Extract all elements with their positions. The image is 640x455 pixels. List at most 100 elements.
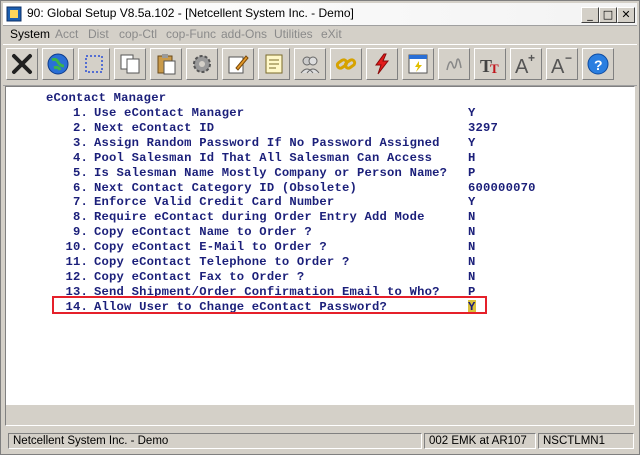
setting-label: Require eContact during Order Entry Add … <box>94 210 425 225</box>
setting-row[interactable]: 10. Copy eContact E-Mail to Order ? N <box>6 240 626 255</box>
users-button[interactable] <box>294 48 326 80</box>
maximize-button[interactable]: □ <box>599 7 617 23</box>
signature-button[interactable] <box>438 48 470 80</box>
setting-label: Assign Random Password If No Password As… <box>94 135 440 150</box>
setting-number: 10. <box>65 240 88 255</box>
setting-row[interactable]: 8. Require eContact during Order Entry Ad… <box>6 210 626 225</box>
globe-icon <box>47 53 69 75</box>
copy-icon <box>120 54 140 74</box>
svg-text:?: ? <box>594 57 603 73</box>
setting-value[interactable]: N <box>468 240 476 254</box>
setting-label: Is Salesman Name Mostly Company or Perso… <box>94 165 448 180</box>
title-bar[interactable]: 90: Global Setup V8.5a.102 - [Netcellent… <box>3 3 637 26</box>
setting-label: Next Contact Category ID (Obsolete) <box>94 180 357 195</box>
paste-button[interactable] <box>150 48 182 80</box>
setting-value[interactable]: Y <box>468 136 476 150</box>
menu-cop-func[interactable]: cop-Func <box>166 27 216 41</box>
setting-row[interactable]: 12. Copy eContact Fax to Order ? N <box>6 270 626 285</box>
setting-value[interactable]: Y <box>468 106 476 120</box>
form-heading: eContact Manager <box>46 91 167 105</box>
setting-row[interactable]: 3. Assign Random Password If No Password … <box>6 136 626 151</box>
users-icon <box>300 56 320 74</box>
setting-value[interactable]: N <box>468 270 476 284</box>
setting-number: 5. <box>72 165 88 180</box>
exit-button[interactable] <box>6 48 38 80</box>
setting-row[interactable]: 7. Enforce Valid Credit Card Number Y <box>6 195 626 210</box>
setting-value[interactable]: N <box>468 225 476 239</box>
help-button[interactable]: ? <box>582 48 614 80</box>
notes-icon <box>265 54 283 74</box>
setting-value[interactable]: 600000070 <box>468 181 536 195</box>
setting-value[interactable]: H <box>468 151 476 165</box>
setting-label: Enforce Valid Credit Card Number <box>94 195 335 210</box>
setting-row[interactable]: 2. Next eContact ID 3297 <box>6 121 626 136</box>
copy-button[interactable] <box>114 48 146 80</box>
form-area: eContact Manager 1. Use eContact Manager Y… <box>5 86 635 426</box>
setting-number: 8. <box>72 210 88 225</box>
setting-row[interactable]: 5. Is Salesman Name Mostly Company or Per… <box>6 166 626 181</box>
menu-dist[interactable]: Dist <box>88 27 109 41</box>
setting-label: Use eContact Manager <box>94 106 245 120</box>
image-button[interactable] <box>402 48 434 80</box>
menu-acct[interactable]: Acct <box>55 27 78 41</box>
font-icon: TT <box>480 56 499 76</box>
setting-number: 2. <box>72 120 88 135</box>
settings-button[interactable] <box>186 48 218 80</box>
help-icon: ? <box>587 53 609 75</box>
setting-label: Pool Salesman Id That All Salesman Can A… <box>94 150 433 165</box>
svg-text:T: T <box>490 61 499 76</box>
menu-add-ons[interactable]: add-Ons <box>221 27 267 41</box>
signature-icon <box>446 58 462 71</box>
status-bar: Netcellent System Inc. - Demo 002 EMK at… <box>3 431 637 451</box>
setting-number: 1. <box>72 106 88 120</box>
setting-label: Copy eContact Telephone to Order ? <box>94 255 350 269</box>
setting-row[interactable]: 4. Pool Salesman Id That All Salesman Can… <box>6 151 626 166</box>
font-decrease-button[interactable]: A − <box>546 48 578 80</box>
setting-row[interactable]: 9. Copy eContact Name to Order ? N <box>6 225 626 240</box>
font-increase-icon: A + <box>515 52 535 76</box>
setting-row[interactable]: 11. Copy eContact Telephone to Order ? N <box>6 255 626 270</box>
status-program: NSCTLMN1 <box>538 433 634 449</box>
setting-number: 6. <box>72 180 88 195</box>
setting-number: 11. <box>65 255 88 269</box>
globe-button[interactable] <box>42 48 74 80</box>
scroll-strip <box>6 405 634 425</box>
lightning-icon <box>375 53 390 75</box>
menu-bar: System Acct Dist cop-Ctl cop-Func add-On… <box>3 25 637 43</box>
link-button[interactable] <box>330 48 362 80</box>
setting-value[interactable]: N <box>468 255 476 269</box>
setting-number: 9. <box>72 225 88 240</box>
menu-exit[interactable]: eXit <box>321 27 342 41</box>
menu-utilities[interactable]: Utilities <box>274 27 313 41</box>
svg-text:+: + <box>528 52 535 65</box>
edit-button[interactable] <box>222 48 254 80</box>
setting-label: Copy eContact E-Mail to Order ? <box>94 240 327 255</box>
setting-row[interactable]: 6. Next Contact Category ID (Obsolete) 600… <box>6 181 626 196</box>
notes-button[interactable] <box>258 48 290 80</box>
link-icon <box>335 58 357 70</box>
minimize-button[interactable]: _ <box>581 7 599 23</box>
setting-value[interactable]: N <box>468 210 476 224</box>
setting-number: 7. <box>72 195 88 210</box>
setting-value[interactable]: P <box>468 166 476 180</box>
font-decrease-icon: A − <box>551 52 572 76</box>
setting-label: Copy eContact Fax to Order ? <box>94 269 305 284</box>
setting-number: 12. <box>65 269 88 284</box>
toolbar: TT A + A − ? <box>3 44 637 86</box>
setting-number: 3. <box>72 135 88 150</box>
font-increase-button[interactable]: A + <box>510 48 542 80</box>
setting-label: Copy eContact Name to Order ? <box>94 225 312 240</box>
exit-icon <box>12 54 32 74</box>
select-button[interactable] <box>78 48 110 80</box>
font-button[interactable]: TT <box>474 48 506 80</box>
app-window: 90: Global Setup V8.5a.102 - [Netcellent… <box>0 0 640 455</box>
lightning-button[interactable] <box>366 48 398 80</box>
window-title: 90: Global Setup V8.5a.102 - [Netcellent… <box>27 6 354 20</box>
close-button[interactable]: ✕ <box>617 7 635 23</box>
setting-row[interactable]: 1. Use eContact Manager Y <box>6 106 626 121</box>
setting-label: Next eContact ID <box>94 120 215 135</box>
setting-value[interactable]: 3297 <box>468 121 498 135</box>
menu-system[interactable]: System <box>10 27 50 41</box>
setting-value[interactable]: Y <box>468 195 476 209</box>
menu-cop-ctl[interactable]: cop-Ctl <box>119 27 157 41</box>
